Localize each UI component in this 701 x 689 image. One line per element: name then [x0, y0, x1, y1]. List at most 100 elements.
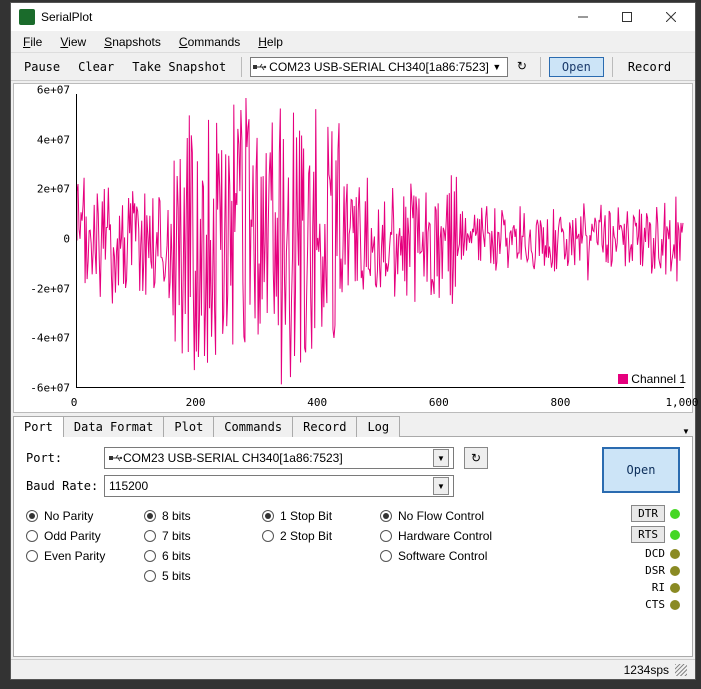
resize-grip-icon[interactable]	[675, 664, 687, 676]
rts-button[interactable]: RTS	[631, 526, 665, 543]
dcd-label: DCD	[637, 547, 665, 560]
toolbar-separator	[612, 57, 613, 77]
radio-2-stop-bit[interactable]: 2 Stop Bit	[262, 529, 358, 543]
rts-led	[670, 530, 680, 540]
cts-label: CTS	[637, 598, 665, 611]
dsr-label: DSR	[637, 564, 665, 577]
window-title: SerialPlot	[41, 10, 561, 24]
legend-label: Channel 1	[631, 372, 686, 386]
radio-no-parity[interactable]: No Parity	[26, 509, 122, 523]
x-tick-label: 400	[307, 396, 327, 409]
config-tabs: Port Data Format Plot Commands Record Lo…	[13, 415, 693, 659]
tab-commands[interactable]: Commands	[213, 416, 293, 437]
port-refresh-button[interactable]: ↻	[464, 447, 488, 469]
y-tick-label: 6e+07	[37, 84, 70, 97]
menu-commands[interactable]: Commands	[171, 33, 248, 51]
radio-odd-parity[interactable]: Odd Parity	[26, 529, 122, 543]
tab-data-format[interactable]: Data Format	[63, 416, 164, 437]
tab-port[interactable]: Port	[13, 416, 64, 437]
radio-1-stop-bit[interactable]: 1 Stop Bit	[262, 509, 358, 523]
parity-group: No Parity Odd Parity Even Parity	[26, 509, 122, 583]
take-snapshot-button[interactable]: Take Snapshot	[125, 57, 233, 77]
open-button[interactable]: Open	[602, 447, 680, 493]
port-panel: Port: COM23 USB-SERIAL CH340[1a86:7523] …	[13, 437, 693, 657]
toolbar-port-selector[interactable]: COM23 USB-SERIAL CH340[1a86:7523] ▼	[250, 57, 508, 77]
databits-group: 8 bits 7 bits 6 bits 5 bits	[144, 509, 240, 583]
maximize-button[interactable]	[605, 3, 649, 31]
y-tick-label: -4e+07	[30, 332, 70, 345]
toolbar: Pause Clear Take Snapshot COM23 USB-SERI…	[11, 53, 695, 81]
ri-label: RI	[637, 581, 665, 594]
tab-plot[interactable]: Plot	[163, 416, 214, 437]
close-button[interactable]	[649, 3, 693, 31]
radio-8-bits[interactable]: 8 bits	[144, 509, 240, 523]
usb-icon	[109, 453, 123, 463]
baud-selector[interactable]: 115200 ▼	[104, 475, 454, 497]
port-selector[interactable]: COM23 USB-SERIAL CH340[1a86:7523] ▼	[104, 447, 454, 469]
usb-icon	[253, 62, 267, 72]
radio-even-parity[interactable]: Even Parity	[26, 549, 122, 563]
radio-hardware-control[interactable]: Hardware Control	[380, 529, 520, 543]
radio-7-bits[interactable]: 7 bits	[144, 529, 240, 543]
flowcontrol-group: No Flow Control Hardware Control Softwar…	[380, 509, 520, 583]
tab-overflow-icon[interactable]: ▼	[679, 427, 693, 437]
x-tick-label: 1,000	[665, 396, 698, 409]
cts-led	[670, 600, 680, 610]
menu-snapshots[interactable]: Snapshots	[96, 33, 169, 51]
x-axis: 0 200 400 600 800 1,000	[74, 392, 682, 412]
y-tick-label: 4e+07	[37, 133, 70, 146]
menubar: File View Snapshots Commands Help	[11, 31, 695, 53]
y-tick-label: -6e+07	[30, 382, 70, 395]
app-icon	[19, 9, 35, 25]
chevron-down-icon: ▼	[433, 477, 449, 495]
tab-log[interactable]: Log	[356, 416, 400, 437]
chevron-down-icon: ▼	[489, 62, 505, 72]
radio-5-bits[interactable]: 5 bits	[144, 569, 240, 583]
toolbar-separator	[540, 57, 541, 77]
clear-button[interactable]: Clear	[71, 57, 121, 77]
minimize-button[interactable]	[561, 3, 605, 31]
baud-value: 115200	[109, 479, 148, 493]
stopbits-group: 1 Stop Bit 2 Stop Bit	[262, 509, 358, 583]
sample-rate: 1234sps	[624, 663, 669, 677]
dtr-button[interactable]: DTR	[631, 505, 665, 522]
legend-swatch	[618, 374, 628, 384]
dcd-led	[670, 549, 680, 559]
tab-record[interactable]: Record	[292, 416, 357, 437]
dsr-led	[670, 566, 680, 576]
statusbar: 1234sps	[11, 659, 695, 679]
toolbar-refresh-button[interactable]: ↻	[512, 58, 532, 75]
plot-line	[77, 94, 684, 387]
radio-no-flow-control[interactable]: No Flow Control	[380, 509, 520, 523]
plot-canvas[interactable]	[76, 94, 684, 388]
port-value: COM23 USB-SERIAL CH340[1a86:7523]	[123, 451, 343, 465]
y-tick-label: 2e+07	[37, 183, 70, 196]
plot-area: 6e+07 4e+07 2e+07 0 -2e+07 -4e+07 -6e+07…	[13, 83, 693, 413]
x-tick-label: 600	[429, 396, 449, 409]
menu-file[interactable]: File	[15, 33, 50, 51]
x-tick-label: 200	[186, 396, 206, 409]
toolbar-port-text: COM23 USB-SERIAL CH340[1a86:7523]	[269, 60, 489, 74]
serial-options: No Parity Odd Parity Even Parity 8 bits …	[26, 509, 680, 583]
y-tick-label: -2e+07	[30, 282, 70, 295]
toolbar-separator	[241, 57, 242, 77]
pause-button[interactable]: Pause	[17, 57, 67, 77]
tab-strip: Port Data Format Plot Commands Record Lo…	[13, 415, 693, 437]
toolbar-open-button[interactable]: Open	[549, 57, 604, 77]
radio-software-control[interactable]: Software Control	[380, 549, 520, 563]
radio-6-bits[interactable]: 6 bits	[144, 549, 240, 563]
y-tick-label: 0	[63, 233, 70, 246]
y-axis: 6e+07 4e+07 2e+07 0 -2e+07 -4e+07 -6e+07	[14, 90, 74, 388]
x-tick-label: 800	[550, 396, 570, 409]
x-tick-label: 0	[71, 396, 78, 409]
signal-indicators: DTR RTS DCD DSR RI CTS	[631, 505, 680, 611]
menu-view[interactable]: View	[52, 33, 94, 51]
menu-help[interactable]: Help	[250, 33, 291, 51]
record-button[interactable]: Record	[621, 57, 678, 77]
titlebar: SerialPlot	[11, 3, 695, 31]
dtr-led	[670, 509, 680, 519]
ri-led	[670, 583, 680, 593]
port-label: Port:	[26, 451, 100, 465]
app-window: SerialPlot File View Snapshots Commands …	[10, 2, 696, 680]
baud-label: Baud Rate:	[26, 479, 100, 493]
